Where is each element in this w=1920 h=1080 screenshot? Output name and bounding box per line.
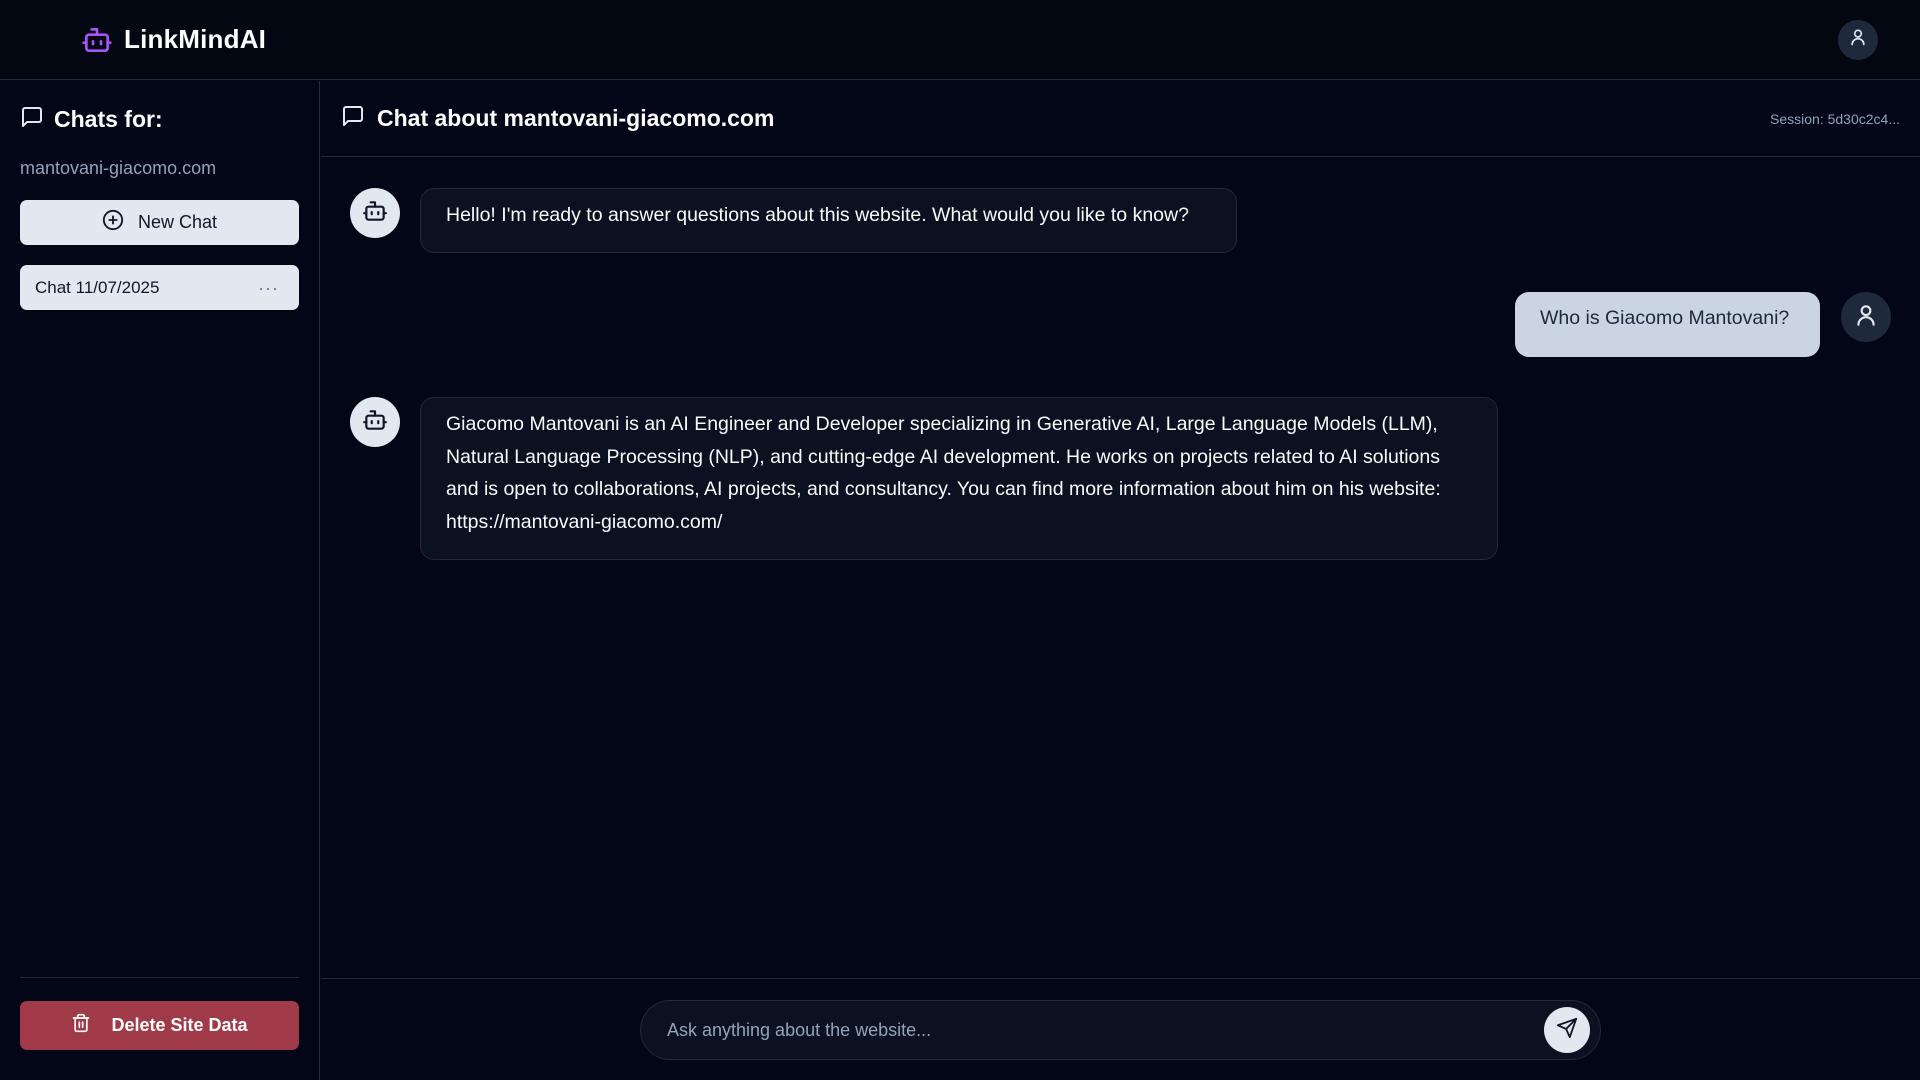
sidebar: Chats for: mantovani-giacomo.com New Cha… [0,81,320,1080]
message-square-icon [341,104,365,133]
sidebar-header: Chats for: [20,105,163,134]
new-chat-button[interactable]: New Chat [20,200,299,245]
top-bar: LinkMindAI [0,0,1920,80]
bot-icon [362,407,388,438]
brand-name: LinkMindAI [124,24,267,54]
chat-title-wrap: Chat about mantovani-giacomo.com [341,104,774,133]
new-chat-label: New Chat [137,212,218,232]
bot-icon [362,198,388,229]
bot-avatar [350,188,400,238]
bot-message: Hello! I'm ready to answer questions abo… [420,188,1237,253]
brand[interactable]: LinkMindAI [80,23,266,57]
bot-icon [80,23,114,57]
chat-item-label: Chat 11/07/2025 [35,277,160,297]
trash-icon [71,1013,91,1038]
user-message: Who is Giacomo Mantovani? [1515,292,1820,357]
chat-panel: Chat about mantovani-giacomo.com Session… [321,81,1920,1080]
user-menu-avatar[interactable] [1838,19,1878,60]
chat-input-bar [640,1000,1601,1060]
site-domain: mantovani-giacomo.com [20,158,217,178]
plus-circle-icon [102,209,124,236]
more-options-icon[interactable]: ··· [258,279,279,297]
chat-input[interactable] [667,1019,1544,1041]
input-divider [321,978,1920,979]
bot-message: Giacomo Mantovani is an AI Engineer and … [420,397,1498,560]
bot-avatar [350,397,400,447]
user-avatar [1841,292,1891,342]
user-icon [1848,27,1868,52]
chat-title: Chat about mantovani-giacomo.com [377,105,775,131]
user-icon [1853,302,1879,333]
delete-site-data-label: Delete Site Data [111,1015,248,1035]
delete-site-data-button[interactable]: Delete Site Data [20,1001,299,1050]
chat-list-item[interactable]: Chat 11/07/2025 ··· [20,265,299,310]
send-button[interactable] [1544,1007,1590,1053]
message-square-icon [20,105,44,134]
session-id: Session: 5d30c2c4... [1770,110,1900,127]
chat-header: Chat about mantovani-giacomo.com Session… [321,81,1920,157]
send-icon [1556,1017,1578,1044]
sidebar-title: Chats for: [54,106,163,132]
sidebar-divider [20,977,299,978]
